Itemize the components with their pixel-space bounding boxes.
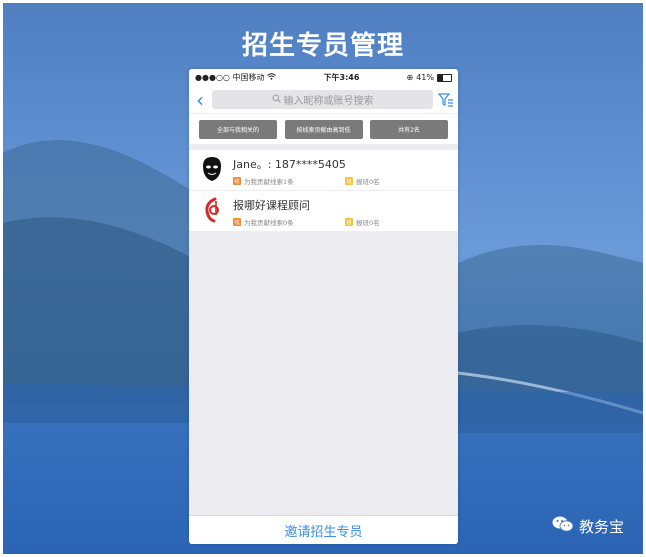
phone-screen: ●●●○○ 中国移动 下午3:46 ⊕ 41% ‹ 输入昵称或账号搜索 全部与我… — [189, 69, 458, 544]
enrolled-tag-icon: 班 — [345, 177, 353, 185]
back-chevron-icon[interactable]: ‹ — [193, 90, 207, 110]
banner-title: 招生专员管理 — [241, 31, 404, 61]
enrolled-text: 报班0名 — [356, 178, 380, 186]
search-icon — [272, 94, 281, 106]
watermark-text: 教务宝 — [578, 517, 624, 536]
battery-icon — [437, 73, 452, 82]
carrier-group: ●●●○○ 中国移动 — [195, 72, 277, 83]
filter-icon[interactable] — [437, 92, 454, 108]
enrolled-text: 报班0名 — [356, 219, 380, 227]
watermark: 教务宝 — [552, 515, 624, 537]
list-item[interactable]: 报哪好课程顾问 线 为我贡献线索0条 班 报班0名 — [189, 191, 458, 232]
leads-info: 线 为我贡献线索0条 — [233, 217, 294, 227]
enrolled-info: 班 报班0名 — [345, 217, 380, 227]
alarm-icon: ⊕ — [406, 73, 414, 82]
masked-face-avatar-icon — [201, 156, 223, 182]
enrolled-info: 班 报班0名 — [345, 176, 380, 186]
nav-bar: ‹ 输入昵称或账号搜索 — [189, 86, 458, 113]
recruiter-name: Jane。: 187****5405 — [233, 158, 346, 171]
status-bar: ●●●○○ 中国移动 下午3:46 ⊕ 41% — [189, 69, 458, 86]
recruiter-list: Jane。: 187****5405 线 为我贡献线索1条 班 报班0名 报哪好… — [189, 150, 458, 232]
invite-recruiter-button[interactable]: 邀请招生专员 — [189, 515, 458, 544]
filter-count-button[interactable]: 共有2名 — [370, 119, 448, 139]
carrier-label: ●●●○○ 中国移动 — [195, 73, 265, 82]
search-input[interactable]: 输入昵称或账号搜索 — [212, 90, 433, 109]
recruiter-name: 报哪好课程顾问 — [233, 199, 310, 212]
leads-text: 为我贡献线索0条 — [244, 219, 294, 227]
filter-bar: 全部与我相关的 按线索贡献由高到低 共有2名 — [189, 113, 458, 144]
battery-percent: 41% — [416, 73, 434, 82]
leads-tag-icon: 线 — [233, 218, 241, 226]
leads-text: 为我贡献线索1条 — [244, 178, 294, 186]
red-logo-avatar-icon — [201, 197, 223, 223]
wifi-icon — [267, 73, 277, 82]
leads-info: 线 为我贡献线索1条 — [233, 176, 294, 186]
wechat-icon — [552, 515, 574, 537]
filter-scope-button[interactable]: 全部与我相关的 — [199, 119, 277, 139]
battery-group: ⊕ 41% — [407, 73, 452, 82]
enrolled-tag-icon: 班 — [345, 218, 353, 226]
leads-tag-icon: 线 — [233, 177, 241, 185]
list-item[interactable]: Jane。: 187****5405 线 为我贡献线索1条 班 报班0名 — [189, 150, 458, 191]
filter-sort-button[interactable]: 按线索贡献由高到低 — [284, 119, 363, 139]
status-time: 下午3:46 — [323, 73, 360, 82]
search-placeholder: 输入昵称或账号搜索 — [283, 96, 374, 107]
